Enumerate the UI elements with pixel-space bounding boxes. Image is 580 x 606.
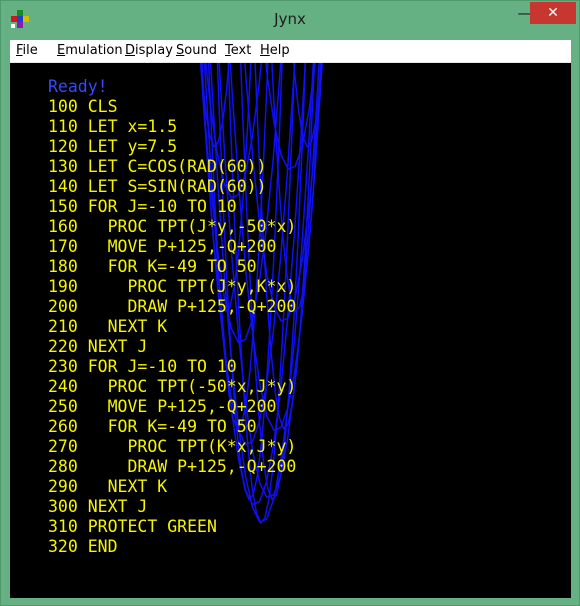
emulator-window: Jynx — ✕ File Emulation Display Sound Te… [0, 0, 580, 606]
program-line: 300 NEXT J [48, 497, 148, 516]
program-line: 310 PROTECT GREEN [48, 517, 217, 536]
program-line: 150 FOR J=-10 TO 10 [48, 197, 237, 216]
window-title: Jynx [274, 10, 306, 28]
program-line: 190 PROC TPT(J*y,K*x) [48, 277, 297, 296]
program-line: 270 PROC TPT(K*x,J*y) [48, 437, 297, 456]
program-line: 240 PROC TPT(-50*x,J*y) [48, 377, 297, 396]
program-line: 120 LET y=7.5 [48, 137, 178, 156]
program-line: 220 NEXT J [48, 337, 148, 356]
program-line: 230 FOR J=-10 TO 10 [48, 357, 237, 376]
menu-file[interactable]: File [16, 43, 38, 58]
program-line: 260 FOR K=-49 TO 50 [48, 417, 257, 436]
ready-prompt: Ready! [48, 77, 108, 96]
menu-text-label: ext [230, 43, 252, 58]
menu-help-accel: H [260, 43, 270, 58]
program-line: 250 MOVE P+125,-Q+200 [48, 397, 277, 416]
menu-file-label: ile [22, 43, 38, 58]
menu-emulation-accel: E [57, 43, 66, 58]
menu-help[interactable]: Help [260, 43, 290, 58]
menu-sound[interactable]: Sound [176, 43, 217, 58]
menu-display[interactable]: Display [125, 43, 173, 58]
close-button[interactable]: ✕ [530, 2, 576, 24]
menu-display-label: isplay [135, 43, 173, 58]
program-line: 200 DRAW P+125,-Q+200 [48, 297, 297, 316]
menu-bar: File Emulation Display Sound Text Help [10, 40, 571, 63]
program-text: 100 CLS 110 LET x=1.5 120 LET y=7.5 130 … [48, 97, 296, 556]
program-line: 140 LET S=SIN(RAD(60)) [48, 177, 267, 196]
menu-display-accel: D [125, 43, 136, 58]
menu-help-label: elp [269, 43, 290, 58]
program-line: 290 NEXT K [48, 477, 168, 496]
program-line: 210 NEXT K [48, 317, 168, 336]
emulator-screen[interactable]: Ready! 100 CLS 110 LET x=1.5 120 LET y=7… [10, 63, 571, 598]
menu-text[interactable]: Text [225, 43, 251, 58]
program-line: 180 FOR K=-49 TO 50 [48, 257, 257, 276]
program-line: 170 MOVE P+125,-Q+200 [48, 237, 277, 256]
close-icon: ✕ [547, 5, 559, 21]
program-line: 280 DRAW P+125,-Q+200 [48, 457, 297, 476]
menu-sound-label: ound [184, 43, 217, 58]
program-line: 100 CLS [48, 97, 118, 116]
basic-listing: Ready! 100 CLS 110 LET x=1.5 120 LET y=7… [48, 77, 296, 557]
menu-emulation[interactable]: Emulation [57, 43, 123, 58]
program-line: 110 LET x=1.5 [48, 117, 178, 136]
menu-emulation-label: mulation [65, 43, 123, 58]
title-bar[interactable]: Jynx — ✕ [1, 1, 579, 39]
program-line: 160 PROC TPT(J*y,-50*x) [48, 217, 297, 236]
program-line: 130 LET C=COS(RAD(60)) [48, 157, 267, 176]
program-line: 320 END [48, 537, 118, 556]
